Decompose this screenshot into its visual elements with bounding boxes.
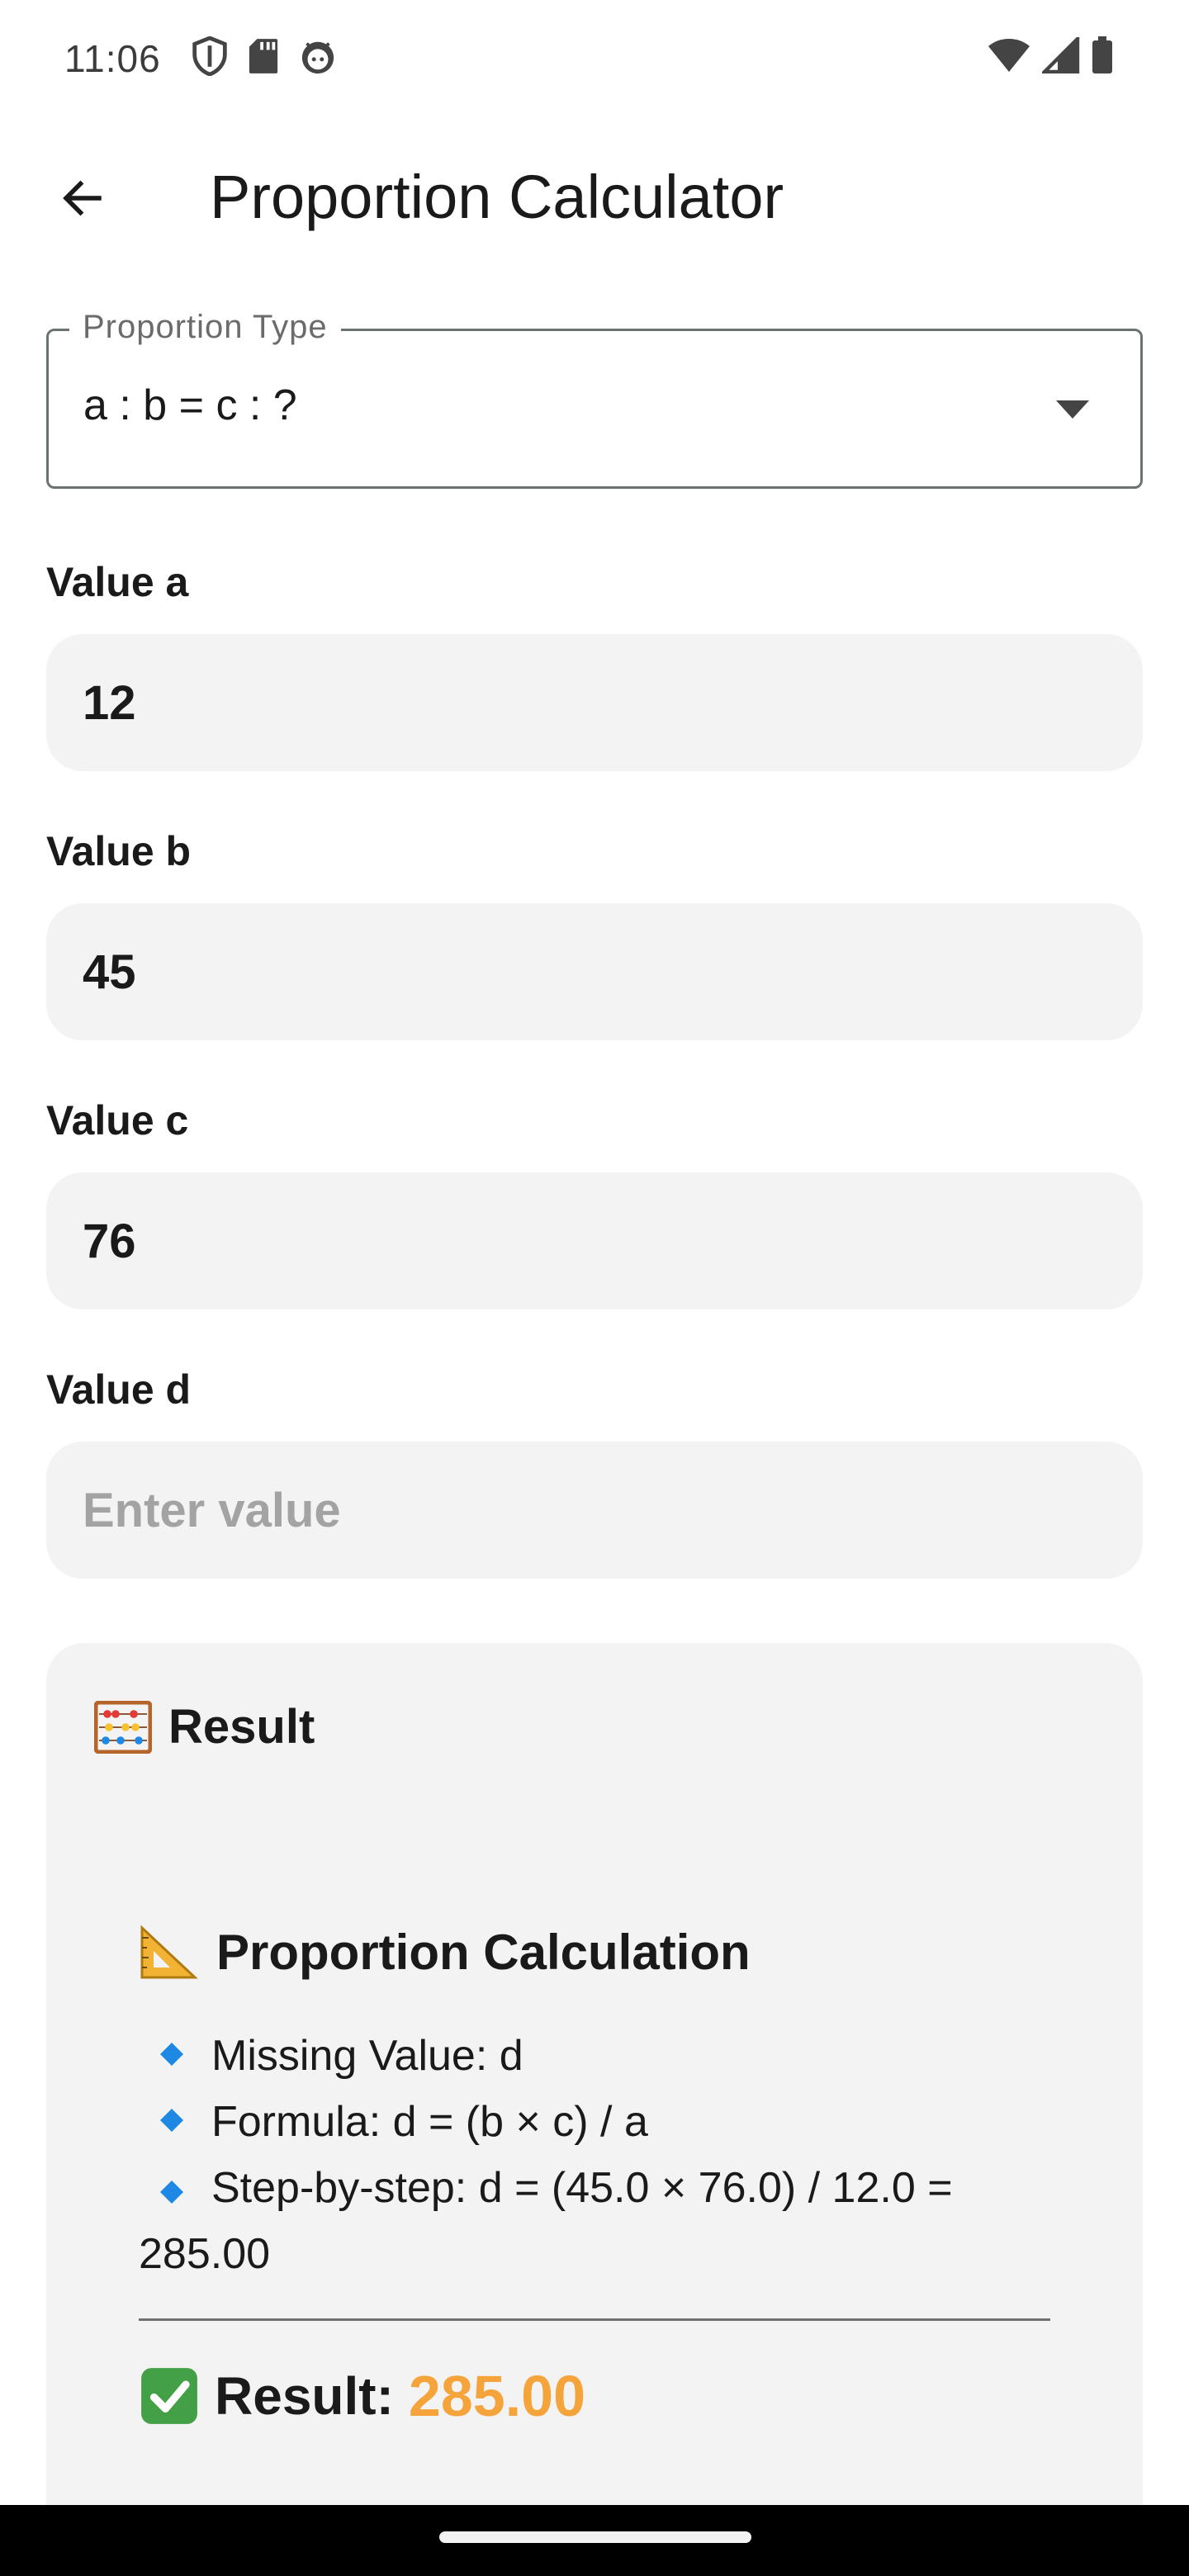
calc-lines: Missing Value: d Formula: d = (b × c) / …	[139, 2023, 1080, 2287]
final-result-value: 285.00	[408, 2364, 586, 2428]
home-gesture-handle[interactable]	[439, 2531, 751, 2543]
result-card: Result Proportion Calculation Missing Va…	[46, 1643, 1143, 2576]
signal-icon	[1042, 37, 1080, 73]
dropdown-arrow-icon	[1056, 400, 1089, 419]
value-c-label: Value c	[46, 1097, 189, 1144]
battery-icon	[1092, 36, 1112, 73]
dropdown-label: Proportion Type	[69, 309, 341, 346]
status-time: 11:06	[64, 37, 161, 80]
status-icons-left	[192, 36, 337, 76]
arrow-back-icon	[63, 180, 102, 216]
wifi-icon	[988, 39, 1030, 72]
proportion-type-dropdown[interactable]: a : b = c : ?	[46, 329, 1143, 489]
sd-card-icon	[249, 39, 278, 73]
value-b-input[interactable]	[46, 903, 1143, 1040]
triangle-ruler-icon	[140, 1925, 198, 1978]
check-mark-icon	[141, 2368, 197, 2424]
calc-line-text: Formula: d = (b × c) / a	[211, 2098, 648, 2146]
app-bar: Proportion Calculator	[0, 124, 1189, 272]
calc-line-missing: Missing Value: d	[139, 2023, 1080, 2089]
result-divider	[139, 2318, 1050, 2321]
blue-diamond-icon	[160, 2109, 183, 2132]
value-a-input[interactable]	[46, 634, 1143, 771]
calc-header: Proportion Calculation	[139, 1924, 751, 1981]
calc-line-steps: Step-by-step: d = (45.0 × 76.0) / 12.0 =…	[139, 2155, 1080, 2287]
value-d-input[interactable]	[46, 1442, 1143, 1579]
system-nav-bar	[0, 2505, 1189, 2576]
blue-diamond-icon	[160, 2181, 183, 2204]
calc-line-formula: Formula: d = (b × c) / a	[139, 2089, 1080, 2155]
final-result-label: Result:	[215, 2366, 394, 2426]
result-header: Result	[94, 1699, 315, 1754]
calc-title: Proportion Calculation	[216, 1925, 751, 1980]
final-result: Result: 285.00	[139, 2363, 585, 2429]
value-c-input[interactable]	[46, 1172, 1143, 1309]
value-d-label: Value d	[46, 1366, 192, 1413]
value-a-label: Value a	[46, 559, 189, 605]
result-title: Result	[168, 1700, 315, 1754]
calc-line-text: Missing Value: d	[211, 2032, 523, 2080]
abacus-icon	[94, 1700, 152, 1754]
calc-line-text: Step-by-step: d = (45.0 × 76.0) / 12.0 =…	[139, 2164, 953, 2278]
blue-diamond-icon	[160, 2043, 183, 2066]
status-icons-right	[988, 36, 1113, 74]
status-bar: 11:06	[0, 0, 1189, 124]
android-face-icon	[301, 41, 334, 74]
shield-icon	[192, 36, 227, 76]
dropdown-selected-value: a : b = c : ?	[83, 381, 297, 429]
value-b-label: Value b	[46, 828, 192, 874]
screen: 11:06 Proportion Calculator a: b = c: …	[0, 0, 1189, 2576]
back-button[interactable]	[41, 157, 124, 239]
page-title: Proportion Calculator	[210, 163, 784, 231]
